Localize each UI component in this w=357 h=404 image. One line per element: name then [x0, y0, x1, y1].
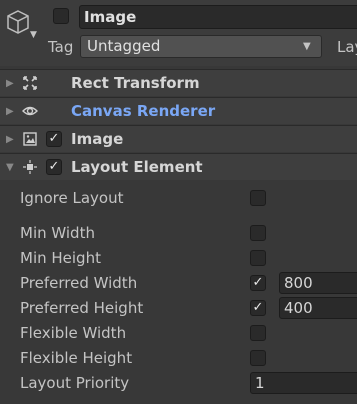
min-height-checkbox[interactable] — [250, 250, 266, 266]
preferred-height-checkbox[interactable]: ✓ — [250, 300, 266, 316]
layout-element-icon — [23, 160, 37, 174]
preferred-width-field[interactable]: 800 — [279, 272, 357, 294]
tag-label: Tag — [48, 38, 74, 56]
foldout-arrow-icon[interactable]: ▶ — [6, 134, 14, 145]
component-enabled-checkbox[interactable]: ✓ — [46, 159, 62, 175]
layout-priority-field[interactable]: 1 — [250, 372, 357, 394]
flexible-height-checkbox[interactable] — [250, 350, 266, 366]
component-image[interactable]: ▶ ✓ Image — [0, 125, 357, 152]
component-title: Layout Element — [71, 158, 203, 176]
layout-priority-label: Layout Priority — [20, 374, 130, 392]
component-layout-element[interactable]: ▼ ✓ Layout Element — [0, 153, 357, 180]
min-height-label: Min Height — [20, 249, 101, 267]
preferred-width-checkbox[interactable]: ✓ — [250, 275, 266, 291]
component-title: Rect Transform — [71, 74, 200, 92]
component-enabled-checkbox[interactable]: ✓ — [46, 131, 62, 147]
icon-dropdown-caret-icon[interactable]: ▼ — [30, 30, 37, 40]
min-width-checkbox[interactable] — [250, 225, 266, 241]
foldout-arrow-icon[interactable]: ▶ — [6, 106, 14, 117]
ignore-layout-label: Ignore Layout — [20, 189, 124, 207]
preferred-width-label: Preferred Width — [20, 274, 138, 292]
flexible-width-checkbox[interactable] — [250, 325, 266, 341]
component-title: Canvas Renderer — [71, 102, 216, 120]
flexible-width-label: Flexible Width — [20, 324, 127, 342]
layer-label: Lay — [337, 38, 357, 56]
image-icon — [23, 132, 37, 146]
active-checkbox[interactable] — [53, 8, 69, 24]
component-canvas-renderer[interactable]: ▶ Canvas Renderer — [0, 97, 357, 124]
min-width-label: Min Width — [20, 224, 95, 242]
tag-dropdown-arrow-icon: ▼ — [303, 41, 311, 52]
preferred-height-label: Preferred Height — [20, 299, 144, 317]
tag-dropdown[interactable]: Untagged — [80, 35, 322, 58]
ignore-layout-checkbox[interactable] — [250, 190, 266, 206]
component-rect-transform[interactable]: ▶ Rect Transform — [0, 69, 357, 96]
rect-transform-icon — [23, 76, 37, 90]
eye-icon — [22, 106, 38, 116]
flexible-height-label: Flexible Height — [20, 349, 133, 367]
gameobject-name-field[interactable]: Image — [79, 5, 357, 29]
gameobject-cube-icon[interactable] — [4, 8, 32, 36]
component-title: Image — [71, 130, 124, 148]
foldout-arrow-icon[interactable]: ▼ — [6, 162, 14, 173]
preferred-height-field[interactable]: 400 — [279, 297, 357, 319]
foldout-arrow-icon[interactable]: ▶ — [6, 78, 14, 89]
